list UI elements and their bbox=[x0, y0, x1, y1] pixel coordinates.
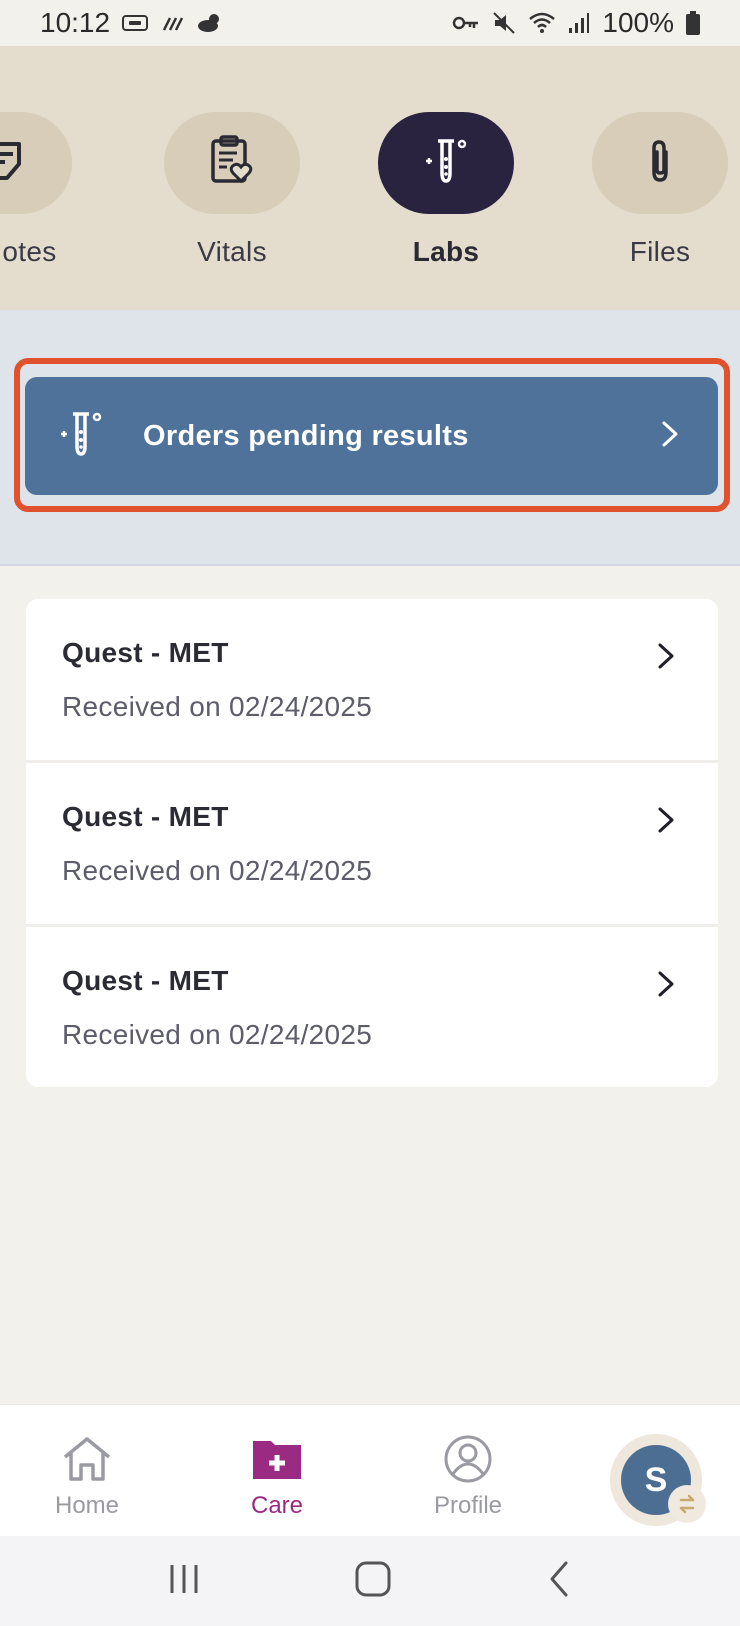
orders-pending-results-button[interactable]: Orders pending results bbox=[25, 377, 718, 495]
home-button-icon[interactable] bbox=[353, 1559, 393, 1604]
back-icon[interactable] bbox=[544, 1559, 574, 1604]
nav-home[interactable]: Home bbox=[17, 1435, 157, 1520]
paperclip-icon bbox=[640, 136, 680, 191]
category-pill[interactable] bbox=[0, 112, 72, 214]
nav-profile[interactable]: Profile bbox=[398, 1435, 538, 1520]
list-item[interactable]: Quest - MET Received on 02/24/2025 bbox=[26, 927, 718, 1087]
status-right: 100% bbox=[452, 7, 700, 39]
weather-cloud-icon bbox=[196, 12, 224, 34]
category-label: Labs bbox=[412, 236, 480, 267]
category-clinical-notes[interactable]: al Notes bbox=[0, 112, 74, 268]
result-title: Quest - MET bbox=[62, 965, 229, 996]
list-item[interactable]: Quest - MET Received on 02/24/2025 bbox=[26, 599, 718, 763]
battery-icon bbox=[686, 11, 700, 35]
cast-icon bbox=[122, 13, 149, 33]
clipboard-heart-icon bbox=[207, 134, 257, 192]
nav-care-label: Care bbox=[250, 1492, 304, 1519]
category-label: Vitals bbox=[197, 236, 267, 267]
notes-icon bbox=[0, 138, 27, 189]
chevron-right-icon bbox=[660, 419, 680, 454]
result-date: Received on 02/24/2025 bbox=[62, 691, 373, 722]
result-date: Received on 02/24/2025 bbox=[62, 1019, 373, 1050]
category-pill[interactable] bbox=[592, 112, 728, 214]
profile-icon bbox=[442, 1435, 494, 1488]
weather-hail-icon bbox=[160, 12, 184, 34]
category-labs[interactable]: Labs bbox=[376, 112, 516, 268]
nav-care[interactable]: Care bbox=[207, 1435, 347, 1520]
category-files[interactable]: Files bbox=[590, 112, 730, 268]
result-title: Quest - MET bbox=[62, 637, 229, 668]
status-time: 10:12 bbox=[40, 7, 111, 38]
recent-apps-icon[interactable] bbox=[166, 1561, 202, 1602]
banner-label: Orders pending results bbox=[143, 419, 469, 452]
home-icon bbox=[61, 1435, 113, 1488]
swap-icon bbox=[668, 1485, 706, 1523]
list-item[interactable]: Quest - MET Received on 02/24/2025 bbox=[26, 763, 718, 927]
result-title: Quest - MET bbox=[62, 801, 229, 832]
status-bar: 10:12 100% bbox=[0, 0, 740, 46]
lab-results-list: Quest - MET Received on 02/24/2025 Quest… bbox=[26, 599, 718, 1087]
category-pill[interactable] bbox=[164, 112, 300, 214]
status-left: 10:12 bbox=[40, 7, 224, 39]
mute-icon bbox=[492, 11, 516, 35]
chevron-right-icon bbox=[656, 641, 676, 676]
signal-icon bbox=[568, 12, 590, 34]
nav-home-label: Home bbox=[54, 1492, 120, 1519]
test-tube-icon bbox=[420, 135, 472, 192]
key-icon bbox=[452, 14, 480, 32]
wifi-icon bbox=[528, 11, 556, 35]
result-date: Received on 02/24/2025 bbox=[62, 855, 373, 886]
chevron-right-icon bbox=[656, 969, 676, 1004]
category-pill-active[interactable] bbox=[378, 112, 514, 214]
category-vitals[interactable]: Vitals bbox=[162, 112, 302, 268]
category-strip: al Notes Vitals Labs Files bbox=[0, 46, 740, 310]
battery-percent: 100% bbox=[602, 7, 674, 38]
chevron-right-icon bbox=[656, 805, 676, 840]
category-label: al Notes bbox=[0, 236, 57, 267]
category-label: Files bbox=[629, 236, 691, 267]
system-nav-bar bbox=[0, 1536, 740, 1626]
nav-profile-label: Profile bbox=[433, 1492, 503, 1519]
test-tube-icon bbox=[55, 408, 107, 465]
orders-banner-section: Orders pending results bbox=[0, 310, 740, 566]
care-folder-icon bbox=[251, 1435, 303, 1488]
